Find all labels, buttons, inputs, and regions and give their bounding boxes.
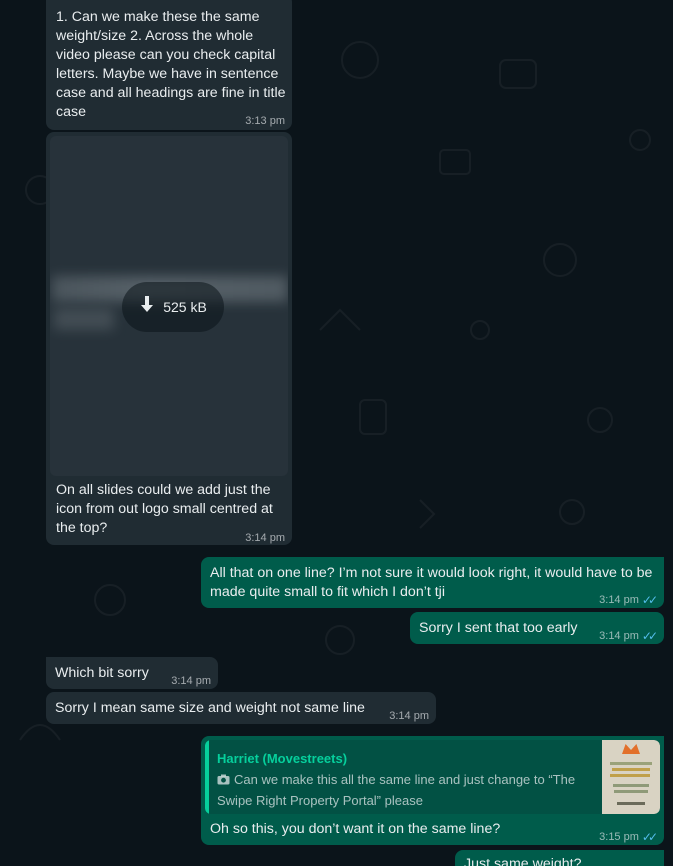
read-ticks-icon: ✓✓ bbox=[641, 629, 658, 643]
message-text: Oh so this, you don’t want it on the sam… bbox=[210, 821, 501, 837]
message-time-text: 3:15 pm bbox=[599, 831, 639, 843]
message-time: 3:14 pm bbox=[245, 532, 285, 544]
message-text: Just same weight? bbox=[464, 856, 582, 866]
message-text: 1. Can we make these the same weight/siz… bbox=[56, 9, 286, 120]
quoted-text: Can we make this all the same line and j… bbox=[217, 770, 597, 811]
message-incoming-image[interactable]: 525 kB On all slides could we add just t… bbox=[46, 132, 292, 545]
quote-accent-bar bbox=[205, 740, 209, 814]
download-size: 525 kB bbox=[163, 298, 207, 315]
message-time: 3:14 pm bbox=[171, 675, 211, 687]
message-incoming[interactable]: Sorry I mean same size and weight not sa… bbox=[46, 692, 436, 724]
message-outgoing-reply[interactable]: Harriet (Movestreets) Can we make this a… bbox=[201, 736, 664, 845]
quoted-text-content: Can we make this all the same line and j… bbox=[217, 772, 576, 808]
message-text: Which bit sorry bbox=[55, 665, 149, 681]
read-ticks-icon: ✓✓ bbox=[641, 593, 658, 607]
message-incoming[interactable]: 1. Can we make these the same weight/siz… bbox=[46, 0, 292, 130]
quoted-author: Harriet (Movestreets) bbox=[217, 751, 348, 766]
download-icon bbox=[139, 295, 155, 319]
message-time: 3:14 pm ✓✓ bbox=[599, 627, 658, 646]
message-time-text: 3:14 pm bbox=[599, 630, 639, 642]
message-time: 3:13 pm bbox=[245, 115, 285, 127]
quoted-message[interactable]: Harriet (Movestreets) Can we make this a… bbox=[205, 740, 660, 814]
camera-icon bbox=[217, 771, 230, 791]
message-outgoing[interactable]: All that on one line? I’m not sure it wo… bbox=[201, 557, 664, 608]
read-ticks-icon: ✓✓ bbox=[641, 830, 658, 844]
message-time: 3:14 pm ✓✓ bbox=[599, 591, 658, 610]
message-time: 3:14 pm bbox=[389, 710, 429, 722]
message-outgoing[interactable]: Sorry I sent that too early 3:14 pm ✓✓ bbox=[410, 612, 664, 644]
image-thumbnail-blurred[interactable]: 525 kB bbox=[50, 136, 288, 476]
message-text: All that on one line? I’m not sure it wo… bbox=[210, 565, 653, 600]
message-time: 3:15 pm ✓✓ bbox=[599, 828, 658, 847]
download-button[interactable]: 525 kB bbox=[122, 282, 224, 332]
message-outgoing[interactable]: Just same weight? bbox=[455, 850, 664, 866]
quoted-image-thumbnail bbox=[602, 740, 660, 814]
image-blur-content bbox=[54, 308, 114, 330]
message-incoming[interactable]: Which bit sorry 3:14 pm bbox=[46, 657, 218, 689]
message-text: Sorry I mean same size and weight not sa… bbox=[55, 700, 365, 716]
message-time-text: 3:14 pm bbox=[599, 594, 639, 606]
message-text: Sorry I sent that too early bbox=[419, 620, 578, 636]
